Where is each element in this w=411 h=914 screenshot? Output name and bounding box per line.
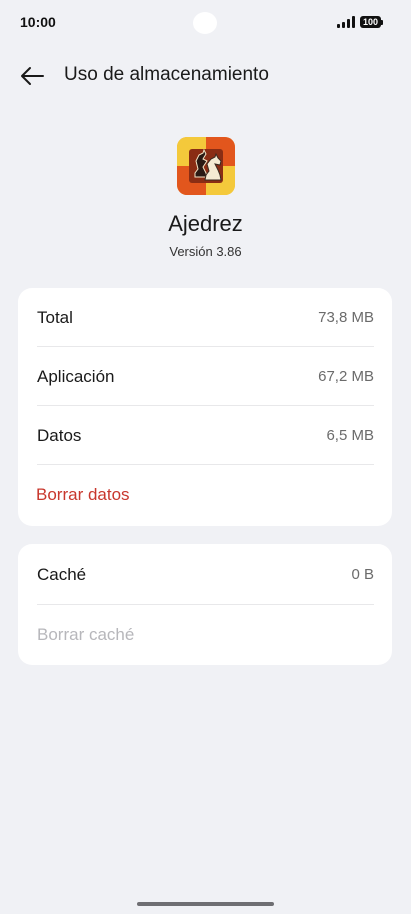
cache-row: Caché 0 B: [37, 544, 374, 605]
storage-label-data: Datos: [37, 425, 82, 445]
clear-cache-button[interactable]: Borrar caché: [37, 625, 134, 645]
storage-card: Total 73,8 MB Aplicación 67,2 MB Datos 6…: [18, 288, 392, 526]
battery-icon: 100: [359, 16, 383, 28]
arrow-left-icon: [21, 67, 44, 85]
battery-level: 100: [359, 16, 381, 28]
storage-value-total: 73,8 MB: [318, 309, 374, 326]
camera-cutout: [193, 12, 217, 34]
clear-cache-row: Borrar caché: [37, 605, 374, 664]
status-time: 10:00: [20, 14, 56, 30]
header: Uso de almacenamiento: [0, 56, 411, 96]
storage-label-app: Aplicación: [37, 366, 115, 386]
cache-card: Caché 0 B Borrar caché: [18, 544, 392, 665]
page-title: Uso de almacenamiento: [64, 64, 269, 85]
storage-row-data: Datos 6,5 MB: [37, 406, 374, 465]
storage-label-total: Total: [37, 307, 73, 327]
back-button[interactable]: [14, 60, 50, 92]
cache-label: Caché: [37, 564, 87, 584]
storage-value-app: 67,2 MB: [318, 368, 374, 385]
cache-value: 0 B: [351, 566, 374, 583]
status-bar: 10:00 100: [0, 0, 411, 46]
app-name: Ajedrez: [168, 211, 243, 236]
home-indicator[interactable]: [137, 902, 274, 906]
storage-value-data: 6,5 MB: [326, 427, 374, 444]
clear-data-button[interactable]: Borrar datos: [36, 485, 130, 505]
status-icons: 100: [336, 16, 383, 28]
storage-row-app: Aplicación 67,2 MB: [37, 347, 374, 406]
storage-row-total: Total 73,8 MB: [37, 288, 374, 347]
app-info: Ajedrez Versión 3.86: [0, 137, 411, 259]
signal-icon: [336, 16, 355, 28]
chess-knight-icon: [176, 137, 235, 195]
app-version: Versión 3.86: [169, 244, 242, 259]
clear-data-row: Borrar datos: [36, 465, 374, 524]
